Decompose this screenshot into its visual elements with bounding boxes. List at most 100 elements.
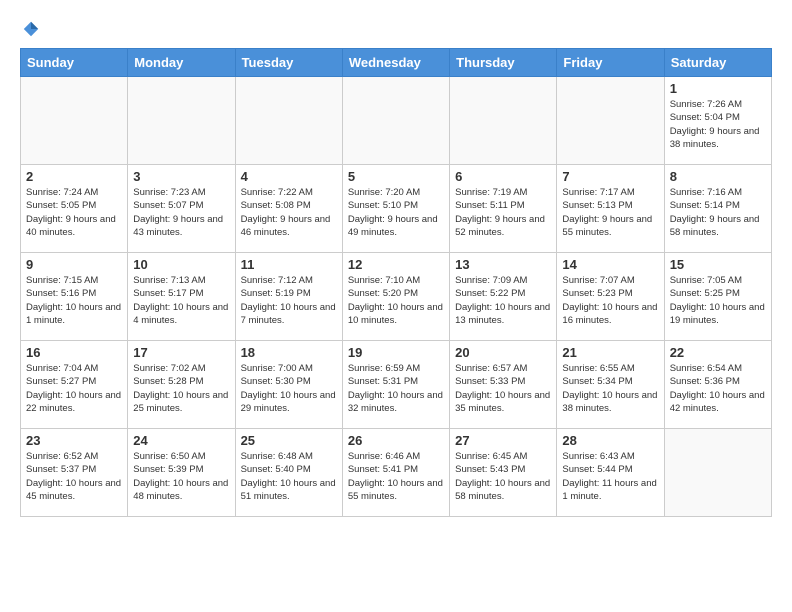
logo-icon [22, 20, 40, 38]
calendar-week-row: 9 Sunrise: 7:15 AM Sunset: 5:16 PM Daylig… [21, 253, 772, 341]
calendar-cell: 1 Sunrise: 7:26 AM Sunset: 5:04 PM Daylig… [664, 77, 771, 165]
weekday-header-thursday: Thursday [450, 49, 557, 77]
day-info: Sunrise: 7:07 AM Sunset: 5:23 PM Dayligh… [562, 274, 658, 327]
calendar-cell: 22 Sunrise: 6:54 AM Sunset: 5:36 PM Dayli… [664, 341, 771, 429]
weekday-header-row: SundayMondayTuesdayWednesdayThursdayFrid… [21, 49, 772, 77]
weekday-header-friday: Friday [557, 49, 664, 77]
weekday-header-wednesday: Wednesday [342, 49, 449, 77]
day-number: 11 [241, 257, 337, 272]
calendar-cell: 14 Sunrise: 7:07 AM Sunset: 5:23 PM Dayli… [557, 253, 664, 341]
day-number: 23 [26, 433, 122, 448]
calendar-cell: 3 Sunrise: 7:23 AM Sunset: 5:07 PM Daylig… [128, 165, 235, 253]
calendar-cell: 10 Sunrise: 7:13 AM Sunset: 5:17 PM Dayli… [128, 253, 235, 341]
day-number: 15 [670, 257, 766, 272]
calendar-cell: 25Sunrise: 6:48 AM Sunset: 5:40 PM Dayli… [235, 429, 342, 517]
calendar-cell: 17 Sunrise: 7:02 AM Sunset: 5:28 PM Dayli… [128, 341, 235, 429]
day-number: 3 [133, 169, 229, 184]
day-info: Sunrise: 7:22 AM Sunset: 5:08 PM Dayligh… [241, 186, 337, 239]
day-number: 14 [562, 257, 658, 272]
day-number: 1 [670, 81, 766, 96]
day-info: Sunrise: 7:17 AM Sunset: 5:13 PM Dayligh… [562, 186, 658, 239]
calendar-cell: 27 Sunrise: 6:45 AM Sunset: 5:43 PM Dayli… [450, 429, 557, 517]
weekday-header-sunday: Sunday [21, 49, 128, 77]
day-number: 22 [670, 345, 766, 360]
day-info: Sunrise: 7:00 AM Sunset: 5:30 PM Dayligh… [241, 362, 337, 415]
day-info: Sunrise: 7:26 AM Sunset: 5:04 PM Dayligh… [670, 98, 766, 151]
day-info: Sunrise: 7:02 AM Sunset: 5:28 PM Dayligh… [133, 362, 229, 415]
day-number: 16 [26, 345, 122, 360]
calendar-cell [128, 77, 235, 165]
calendar-cell: 24 Sunrise: 6:50 AM Sunset: 5:39 PM Dayli… [128, 429, 235, 517]
calendar-cell: 13Sunrise: 7:09 AM Sunset: 5:22 PM Dayli… [450, 253, 557, 341]
day-info: Sunrise: 6:52 AM Sunset: 5:37 PM Dayligh… [26, 450, 122, 503]
calendar-cell: 26 Sunrise: 6:46 AM Sunset: 5:41 PM Dayli… [342, 429, 449, 517]
day-number: 17 [133, 345, 229, 360]
calendar-cell: 11 Sunrise: 7:12 AM Sunset: 5:19 PM Dayli… [235, 253, 342, 341]
day-number: 2 [26, 169, 122, 184]
calendar-cell: 4 Sunrise: 7:22 AM Sunset: 5:08 PM Daylig… [235, 165, 342, 253]
calendar-cell: 9 Sunrise: 7:15 AM Sunset: 5:16 PM Daylig… [21, 253, 128, 341]
calendar-cell: 8Sunrise: 7:16 AM Sunset: 5:14 PM Daylig… [664, 165, 771, 253]
day-number: 28 [562, 433, 658, 448]
day-number: 26 [348, 433, 444, 448]
calendar-cell: 6 Sunrise: 7:19 AM Sunset: 5:11 PM Daylig… [450, 165, 557, 253]
calendar-cell: 23 Sunrise: 6:52 AM Sunset: 5:37 PM Dayli… [21, 429, 128, 517]
day-info: Sunrise: 7:12 AM Sunset: 5:19 PM Dayligh… [241, 274, 337, 327]
day-number: 21 [562, 345, 658, 360]
day-number: 6 [455, 169, 551, 184]
day-info: Sunrise: 7:13 AM Sunset: 5:17 PM Dayligh… [133, 274, 229, 327]
calendar-cell: 18 Sunrise: 7:00 AM Sunset: 5:30 PM Dayli… [235, 341, 342, 429]
calendar-cell: 15Sunrise: 7:05 AM Sunset: 5:25 PM Dayli… [664, 253, 771, 341]
calendar-week-row: 23 Sunrise: 6:52 AM Sunset: 5:37 PM Dayli… [21, 429, 772, 517]
logo [20, 20, 40, 38]
calendar-cell: 21 Sunrise: 6:55 AM Sunset: 5:34 PM Dayli… [557, 341, 664, 429]
day-number: 18 [241, 345, 337, 360]
day-info: Sunrise: 6:46 AM Sunset: 5:41 PM Dayligh… [348, 450, 444, 503]
calendar-week-row: 1 Sunrise: 7:26 AM Sunset: 5:04 PM Daylig… [21, 77, 772, 165]
calendar-cell [450, 77, 557, 165]
day-info: Sunrise: 7:24 AM Sunset: 5:05 PM Dayligh… [26, 186, 122, 239]
day-number: 9 [26, 257, 122, 272]
day-number: 7 [562, 169, 658, 184]
calendar-cell: 19Sunrise: 6:59 AM Sunset: 5:31 PM Dayli… [342, 341, 449, 429]
calendar-cell: 12Sunrise: 7:10 AM Sunset: 5:20 PM Dayli… [342, 253, 449, 341]
day-number: 27 [455, 433, 551, 448]
day-info: Sunrise: 6:55 AM Sunset: 5:34 PM Dayligh… [562, 362, 658, 415]
day-info: Sunrise: 7:19 AM Sunset: 5:11 PM Dayligh… [455, 186, 551, 239]
day-number: 8 [670, 169, 766, 184]
day-number: 13 [455, 257, 551, 272]
calendar-table: SundayMondayTuesdayWednesdayThursdayFrid… [20, 48, 772, 517]
weekday-header-monday: Monday [128, 49, 235, 77]
day-info: Sunrise: 7:20 AM Sunset: 5:10 PM Dayligh… [348, 186, 444, 239]
day-number: 24 [133, 433, 229, 448]
calendar-cell: 2 Sunrise: 7:24 AM Sunset: 5:05 PM Daylig… [21, 165, 128, 253]
day-info: Sunrise: 7:23 AM Sunset: 5:07 PM Dayligh… [133, 186, 229, 239]
day-info: Sunrise: 7:15 AM Sunset: 5:16 PM Dayligh… [26, 274, 122, 327]
calendar-cell: 28 Sunrise: 6:43 AM Sunset: 5:44 PM Dayli… [557, 429, 664, 517]
calendar-cell [235, 77, 342, 165]
day-info: Sunrise: 6:59 AM Sunset: 5:31 PM Dayligh… [348, 362, 444, 415]
calendar-cell: 5 Sunrise: 7:20 AM Sunset: 5:10 PM Daylig… [342, 165, 449, 253]
day-info: Sunrise: 6:50 AM Sunset: 5:39 PM Dayligh… [133, 450, 229, 503]
day-info: Sunrise: 6:54 AM Sunset: 5:36 PM Dayligh… [670, 362, 766, 415]
calendar-cell [21, 77, 128, 165]
day-number: 5 [348, 169, 444, 184]
day-info: Sunrise: 6:43 AM Sunset: 5:44 PM Dayligh… [562, 450, 658, 503]
calendar-cell [342, 77, 449, 165]
day-info: Sunrise: 6:57 AM Sunset: 5:33 PM Dayligh… [455, 362, 551, 415]
day-info: Sunrise: 6:45 AM Sunset: 5:43 PM Dayligh… [455, 450, 551, 503]
day-info: Sunrise: 7:04 AM Sunset: 5:27 PM Dayligh… [26, 362, 122, 415]
calendar-cell: 7 Sunrise: 7:17 AM Sunset: 5:13 PM Daylig… [557, 165, 664, 253]
calendar-week-row: 2 Sunrise: 7:24 AM Sunset: 5:05 PM Daylig… [21, 165, 772, 253]
day-number: 4 [241, 169, 337, 184]
calendar-cell: 16 Sunrise: 7:04 AM Sunset: 5:27 PM Dayli… [21, 341, 128, 429]
day-number: 12 [348, 257, 444, 272]
day-number: 25 [241, 433, 337, 448]
weekday-header-saturday: Saturday [664, 49, 771, 77]
day-number: 20 [455, 345, 551, 360]
weekday-header-tuesday: Tuesday [235, 49, 342, 77]
day-number: 10 [133, 257, 229, 272]
page-header [20, 20, 772, 38]
calendar-week-row: 16 Sunrise: 7:04 AM Sunset: 5:27 PM Dayli… [21, 341, 772, 429]
calendar-cell [557, 77, 664, 165]
